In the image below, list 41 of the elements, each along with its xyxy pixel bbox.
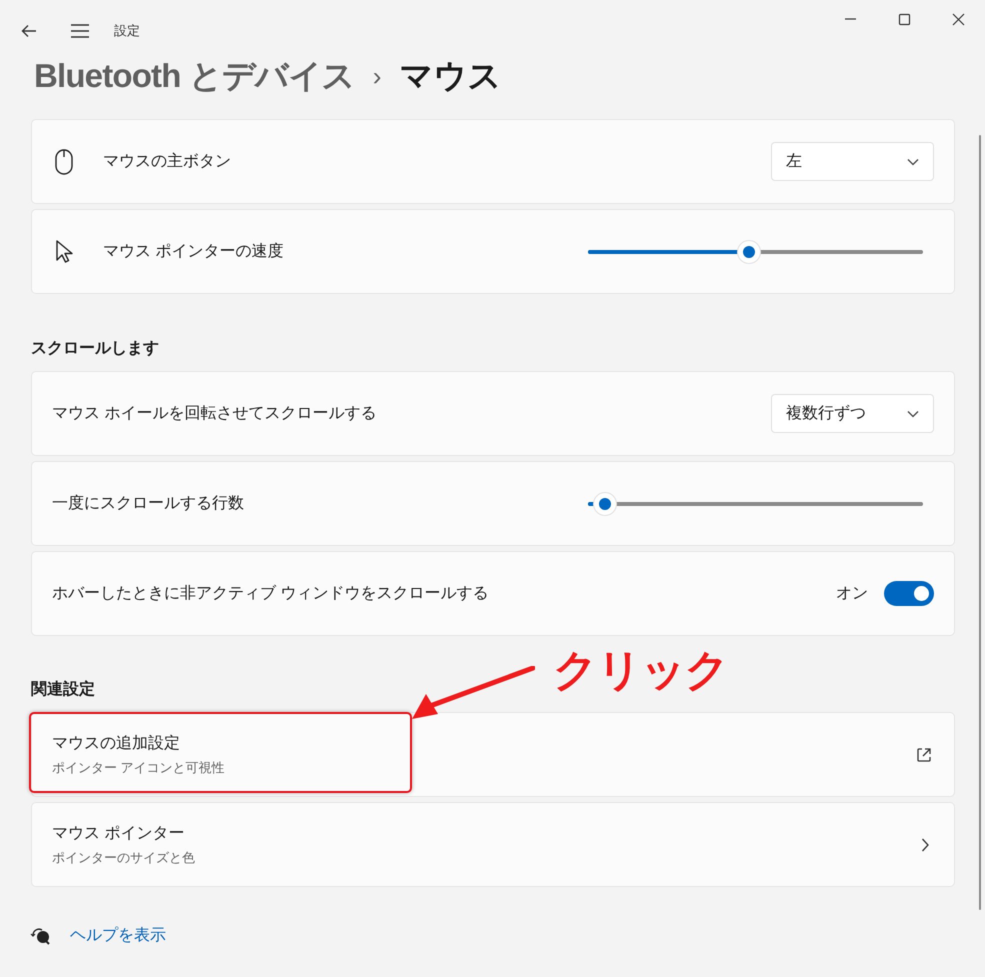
maximize-icon [898, 12, 910, 26]
section-heading: 関連設定 [31, 679, 96, 700]
scrollbar[interactable] [979, 135, 981, 910]
breadcrumb-link[interactable]: Bluetooth とデバイス [34, 51, 355, 101]
setting-card[interactable]: マウスの主ボタン 左 [31, 119, 955, 204]
slider-thumb[interactable] [738, 240, 760, 262]
setting-card[interactable]: マウス ポインター ポインターのサイズと色 [31, 802, 955, 887]
setting-card[interactable]: マウス ホイールを回転させてスクロールする 複数行ずつ [31, 371, 955, 456]
setting-label: マウスの主ボタン [103, 152, 231, 172]
dropdown[interactable]: 複数行ずつ [771, 394, 934, 433]
slider-thumb[interactable] [594, 492, 616, 514]
annotation-label: クリック [553, 645, 729, 697]
setting-label: マウス ホイールを回転させてスクロールする [52, 404, 376, 424]
close-icon [952, 12, 964, 26]
help-link[interactable]: ヘルプを表示 [70, 924, 166, 948]
setting-description: ポインター アイコンと可視性 [52, 758, 225, 777]
setting-label: マウス ポインター [52, 824, 186, 844]
help-icon [30, 926, 52, 946]
chevron-down-icon [907, 158, 919, 166]
setting-card[interactable]: マウス ポインターの速度 [31, 209, 955, 294]
dropdown[interactable]: 左 [771, 142, 934, 181]
chevron-down-icon [907, 410, 919, 418]
setting-card[interactable]: 一度にスクロールする行数 [31, 461, 955, 546]
toggle-switch[interactable] [884, 581, 934, 606]
external-link-icon [916, 746, 932, 762]
setting-card[interactable]: マウスの追加設定 ポインター アイコンと可視性 [31, 712, 955, 797]
setting-card[interactable]: ホバーしたときに非アクティブ ウィンドウをスクロールする オン [31, 551, 955, 636]
window-title: 設定 [114, 22, 140, 40]
section-heading: スクロールします [31, 339, 160, 359]
menu-icon[interactable] [70, 23, 90, 39]
mouse-icon [55, 148, 73, 174]
page-title: マウス [399, 56, 502, 96]
setting-label: マウスの追加設定 [52, 734, 181, 754]
setting-description: ポインターのサイズと色 [52, 848, 195, 867]
pointer-icon [55, 240, 73, 264]
setting-label: ホバーしたときに非アクティブ ウィンドウをスクロールする [52, 584, 488, 604]
toggle-state-label: オン [836, 584, 868, 604]
setting-label: 一度にスクロールする行数 [52, 494, 244, 514]
chevron-right-icon [921, 838, 929, 852]
breadcrumb-separator: › [372, 60, 382, 92]
setting-label: マウス ポインターの速度 [103, 242, 284, 262]
